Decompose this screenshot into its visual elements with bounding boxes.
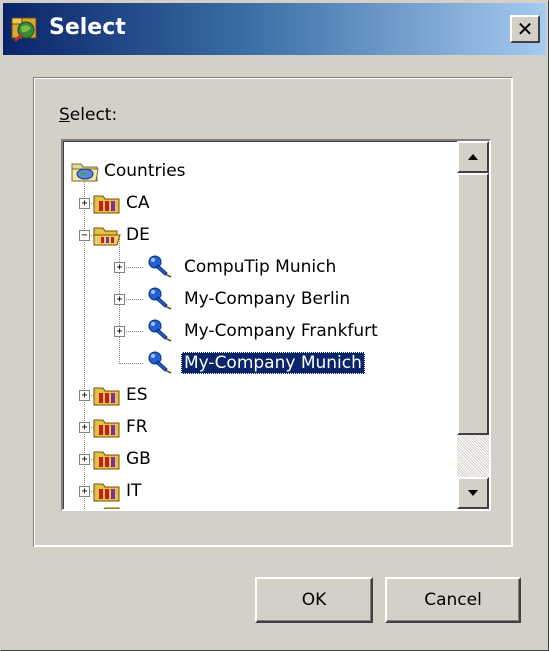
- tree-node-my-company-berlin[interactable]: My-Company Berlin: [63, 284, 353, 314]
- tree-node-label: CA: [126, 193, 150, 213]
- tree-node-label: FR: [126, 417, 148, 437]
- select-dialog: Select ✕ Select: Countries + CA − DE + C…: [0, 0, 549, 651]
- scroll-thumb[interactable]: [457, 173, 489, 435]
- scroll-up-button[interactable]: [457, 141, 489, 173]
- tree-node-label: Countries: [104, 161, 186, 181]
- tree-node-label: ES: [126, 385, 148, 405]
- country-folder-icon: [93, 483, 120, 502]
- country-folder-icon: [93, 387, 120, 406]
- ok-button[interactable]: OK: [255, 577, 373, 623]
- arrow-up-icon: [468, 154, 478, 160]
- pushpin-icon: [148, 351, 172, 374]
- pushpin-icon: [148, 287, 172, 310]
- tree-content: Countries + CA − DE + CompuTip Munich + …: [63, 141, 457, 509]
- scroll-down-button[interactable]: [457, 477, 489, 509]
- close-icon: ✕: [516, 17, 534, 41]
- tree-node-label: My-Company Frankfurt: [184, 321, 378, 341]
- app-icon: [11, 17, 37, 42]
- window-title: Select: [49, 15, 126, 40]
- tree-node-my-company-frankfurt[interactable]: My-Company Frankfurt: [63, 316, 381, 346]
- tree-node-it[interactable]: IT: [63, 476, 144, 506]
- cancel-button[interactable]: Cancel: [385, 577, 521, 623]
- tree-node-label: CompuTip Munich: [184, 257, 337, 277]
- tree-node-my-company-munich[interactable]: My-Company Munich: [63, 348, 365, 378]
- country-folder-icon: [93, 451, 120, 470]
- tree-node-gb[interactable]: GB: [63, 444, 154, 474]
- tree-node-es[interactable]: ES: [63, 380, 151, 410]
- country-folder-icon: [93, 195, 120, 214]
- tree-node-countries[interactable]: Countries: [63, 156, 189, 186]
- select-label-text: elect:: [69, 105, 118, 125]
- tree-node-label: DE: [126, 225, 150, 245]
- title-bar[interactable]: Select ✕: [3, 3, 546, 55]
- tree-node-de[interactable]: DE: [63, 220, 153, 250]
- close-button[interactable]: ✕: [510, 15, 540, 43]
- tree-node-fr[interactable]: FR: [63, 412, 151, 442]
- country-folder-icon: [103, 507, 120, 509]
- countries-tree[interactable]: Countries + CA − DE + CompuTip Munich + …: [61, 139, 491, 511]
- country-folder-icon: [93, 419, 120, 438]
- pushpin-icon: [148, 255, 172, 278]
- select-label: Select:: [59, 105, 117, 125]
- tree-node-label: My-Company Munich: [181, 352, 365, 374]
- pushpin-icon: [148, 319, 172, 342]
- tree-node-label: IT: [126, 481, 142, 501]
- tree-node-label: My-Company Berlin: [184, 289, 351, 309]
- arrow-down-icon: [468, 490, 478, 496]
- globe-folder-icon: [71, 163, 99, 182]
- vertical-scrollbar[interactable]: [457, 141, 489, 509]
- select-label-accelerator: S: [59, 105, 70, 125]
- tree-node-computip-munich[interactable]: CompuTip Munich: [63, 252, 339, 282]
- tree-node-ca[interactable]: CA: [63, 188, 153, 218]
- tree-node-label: GB: [126, 449, 151, 469]
- open-folder-icon: [93, 227, 121, 246]
